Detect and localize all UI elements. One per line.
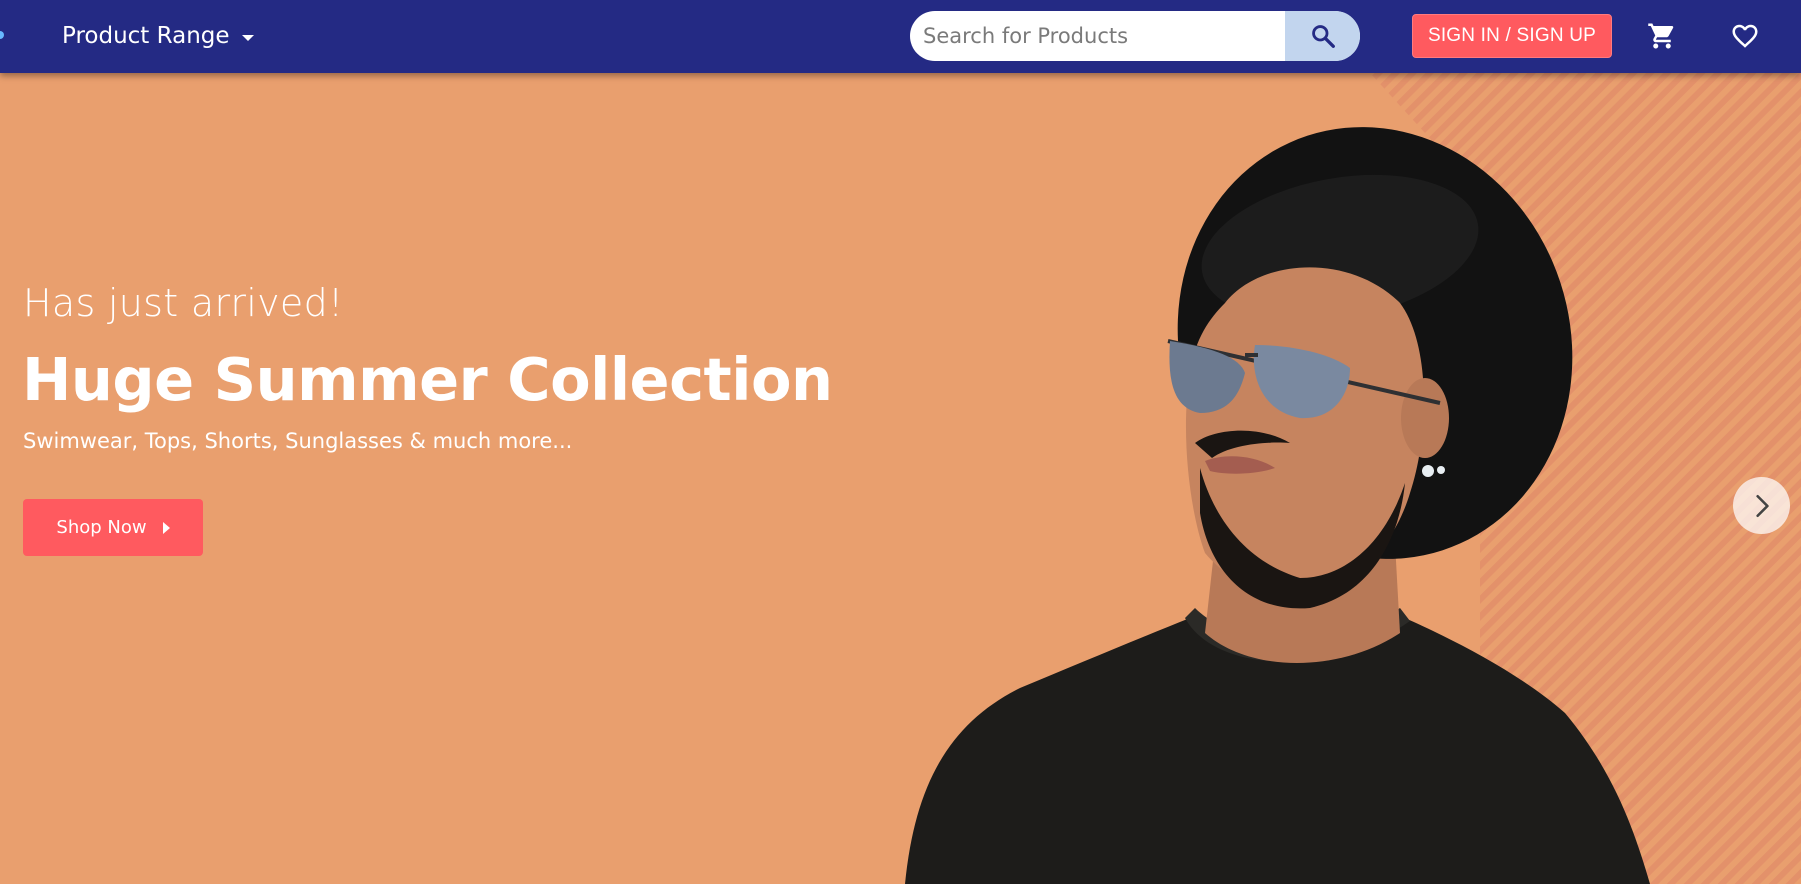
hero-banner: Has just arrived! Huge Summer Collection… xyxy=(0,73,1801,884)
search-input[interactable] xyxy=(910,11,1285,61)
caret-down-icon xyxy=(241,35,254,41)
wishlist-button[interactable] xyxy=(1727,18,1763,54)
carousel-next-button[interactable] xyxy=(1733,477,1790,534)
hero-subtitle: Has just arrived! xyxy=(23,281,344,325)
menu-toggle-dot[interactable] xyxy=(0,31,4,39)
product-range-dropdown[interactable]: Product Range xyxy=(62,18,254,54)
shop-now-button[interactable]: Shop Now xyxy=(23,499,203,556)
shop-now-label: Shop Now xyxy=(56,517,147,538)
top-navbar: Product Range SIGN IN / SIGN UP xyxy=(0,0,1801,73)
search-icon xyxy=(1311,25,1335,48)
cart-icon xyxy=(1648,23,1674,49)
hero-headline: Huge Summer Collection xyxy=(22,345,833,414)
cart-button[interactable] xyxy=(1644,18,1680,54)
search-button[interactable] xyxy=(1285,11,1360,61)
chevron-right-icon xyxy=(1755,494,1769,517)
sign-in-button[interactable]: SIGN IN / SIGN UP xyxy=(1412,14,1612,58)
heart-icon xyxy=(1732,24,1758,48)
play-arrow-icon xyxy=(162,521,170,534)
hero-description: Swimwear, Tops, Shorts, Sunglasses & muc… xyxy=(23,429,573,453)
product-range-label: Product Range xyxy=(62,23,230,49)
search-bar xyxy=(910,11,1360,61)
model-photo xyxy=(905,127,1650,884)
